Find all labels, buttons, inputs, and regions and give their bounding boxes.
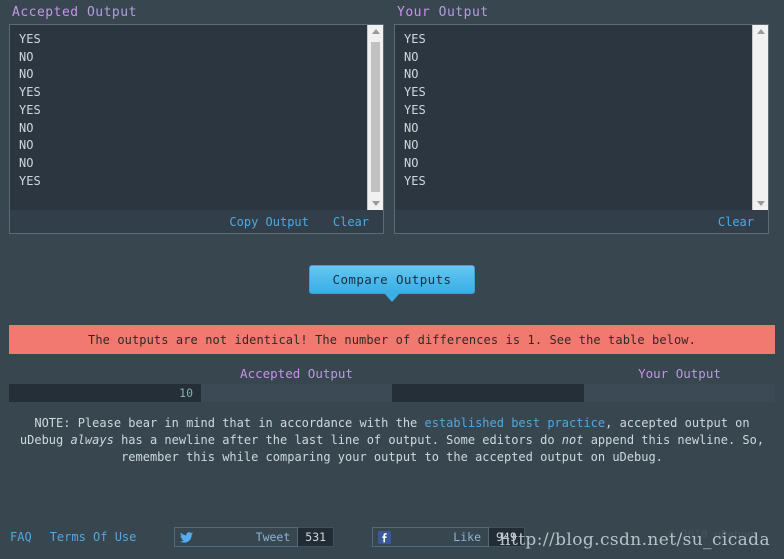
output-line: YES: [19, 173, 41, 188]
differences-table-header: Accepted Output Your Output: [9, 362, 775, 384]
your-output-title-word2: Output: [430, 5, 489, 20]
like-button[interactable]: Like: [372, 527, 489, 547]
faq-link[interactable]: FAQ: [10, 530, 32, 544]
your-output-content: YES NO NO YES YES NO NO NO YES: [395, 25, 768, 210]
your-output-title: Your Output: [394, 0, 769, 24]
output-line: NO: [404, 120, 419, 135]
compare-button-area: Compare Outputs: [0, 265, 784, 302]
header-your-word2: Output: [668, 365, 721, 381]
output-line: NO: [19, 155, 34, 170]
accepted-output-title-word2: Output: [78, 5, 137, 20]
note-emphasis-always: always: [70, 433, 114, 447]
output-line: YES: [404, 85, 426, 100]
output-line: NO: [19, 67, 34, 82]
accepted-output-panel: Accepted Output YES NO NO YES YES NO NO …: [9, 0, 384, 234]
your-output-panel: Your Output YES NO NO YES YES NO NO NO Y…: [394, 0, 769, 234]
output-line: NO: [404, 49, 419, 64]
differences-table: Accepted Output Your Output 10: [9, 362, 775, 402]
table-row: 10: [9, 384, 775, 402]
output-line: YES: [404, 32, 426, 46]
header-accepted-word2: Output: [300, 365, 353, 381]
terms-of-use-link[interactable]: Terms Of Use: [50, 530, 137, 544]
output-line: YES: [19, 85, 41, 100]
watermark-url: http://blog.csdn.net/su_cicada: [499, 530, 770, 550]
scroll-down-arrow-icon[interactable]: [756, 201, 765, 206]
clear-your-output-button[interactable]: Clear: [718, 215, 754, 229]
output-line: YES: [19, 102, 41, 117]
udebug-compare-page: Accepted Output YES NO NO YES YES NO NO …: [0, 0, 784, 559]
best-practice-link[interactable]: established best practice: [425, 416, 606, 430]
facebook-icon: [378, 503, 447, 559]
twitter-icon: [180, 504, 249, 559]
note-prefix: NOTE: Please bear in mind that in accord…: [34, 416, 425, 430]
scroll-up-arrow-icon[interactable]: [371, 29, 380, 34]
note-emphasis-not: not: [561, 433, 584, 447]
accepted-line-number: 10: [9, 384, 201, 402]
header-accepted-output: Accepted Output: [201, 366, 392, 381]
compare-outputs-button[interactable]: Compare Outputs: [309, 265, 475, 294]
your-output-scrollbar[interactable]: [752, 25, 768, 210]
output-line: YES: [404, 173, 426, 188]
scroll-up-arrow-icon[interactable]: [756, 29, 765, 34]
header-accepted-word1: Accepted: [240, 365, 301, 381]
note-middle-2: has a newline after the last line of out…: [113, 433, 562, 447]
scrollbar-track[interactable]: [755, 39, 766, 196]
your-output-toolbar: Clear: [394, 210, 769, 234]
tweet-button[interactable]: Tweet: [174, 527, 299, 547]
compare-button-holder: Compare Outputs: [309, 265, 475, 302]
tweet-label: Tweet: [255, 530, 291, 544]
twitter-share-widget[interactable]: Tweet 531: [174, 527, 335, 547]
compare-button-tail: [384, 293, 400, 302]
accepted-line-text: [201, 384, 392, 402]
copy-output-button[interactable]: Copy Output: [229, 215, 308, 229]
header-your-output: Your Output: [584, 366, 775, 381]
clear-accepted-output-button[interactable]: Clear: [333, 215, 369, 229]
accepted-output-toolbar: Copy Output Clear: [9, 210, 384, 234]
output-line: NO: [19, 120, 34, 135]
tweet-count: 531: [298, 527, 335, 547]
accepted-output-title-word1: Accepted: [12, 5, 79, 20]
accepted-output-title: Accepted Output: [9, 0, 384, 24]
output-line: YES: [404, 102, 426, 117]
output-line: YES: [19, 32, 41, 46]
accepted-output-scrollbar[interactable]: [367, 25, 383, 210]
output-line: NO: [404, 67, 419, 82]
your-output-textarea[interactable]: YES NO NO YES YES NO NO NO YES: [394, 24, 769, 210]
newline-note: NOTE: Please bear in mind that in accord…: [14, 415, 770, 466]
output-line: NO: [404, 138, 419, 153]
accepted-output-content: YES NO NO YES YES NO NO NO YES: [10, 25, 383, 210]
scroll-down-arrow-icon[interactable]: [371, 201, 380, 206]
scrollbar-thumb[interactable]: [371, 42, 380, 192]
your-line-number: [392, 384, 584, 402]
output-line: NO: [19, 49, 34, 64]
your-line-text: [584, 384, 775, 402]
output-line: NO: [19, 138, 34, 153]
accepted-output-textarea[interactable]: YES NO NO YES YES NO NO NO YES: [9, 24, 384, 210]
output-panels: Accepted Output YES NO NO YES YES NO NO …: [0, 0, 784, 234]
your-output-title-word1: Your: [397, 5, 431, 20]
header-your-word1: Your: [638, 365, 669, 381]
like-label: Like: [453, 530, 481, 544]
comparison-result-alert: The outputs are not identical! The numbe…: [9, 325, 775, 354]
scrollbar-track[interactable]: [370, 39, 381, 196]
output-line: NO: [404, 155, 419, 170]
